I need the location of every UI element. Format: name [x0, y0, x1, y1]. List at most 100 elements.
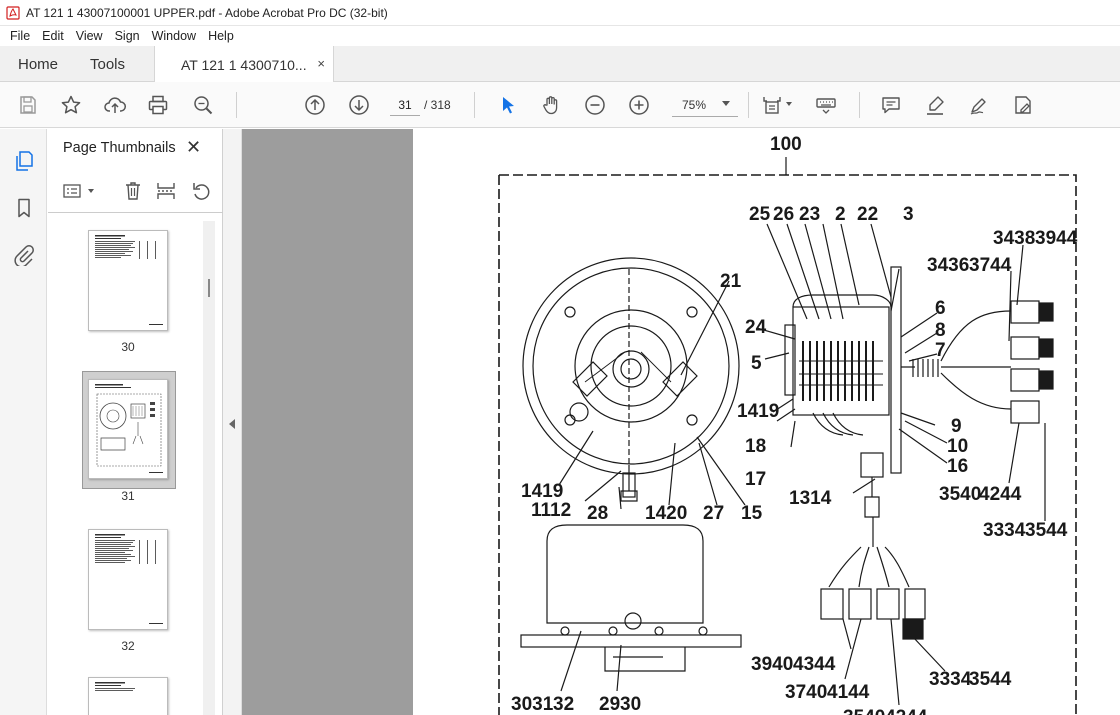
fill-sign-icon[interactable]	[1011, 93, 1035, 117]
menu-bar: File Edit View Sign Window Help	[0, 26, 1120, 46]
menu-help[interactable]: Help	[202, 29, 240, 43]
next-page-icon[interactable]	[347, 93, 371, 117]
thumbnail-label-30: 30	[121, 340, 135, 354]
thumbnails-scrollbar[interactable]	[203, 221, 215, 715]
callout-1419-right: 1419	[737, 401, 779, 422]
callout-7: 7	[935, 340, 946, 361]
callout-3944: 3944	[1035, 228, 1078, 249]
tab-home[interactable]: Home	[18, 46, 58, 82]
callout-21: 21	[720, 271, 742, 292]
callout-3438: 3438	[993, 228, 1035, 249]
callout-8: 8	[935, 320, 946, 341]
callout-3540-bottom: 3540	[843, 707, 885, 715]
zoom-level[interactable]: 75%	[682, 98, 706, 112]
callout-32: 32	[553, 694, 574, 715]
panel-close-icon[interactable]: ✕	[186, 137, 201, 158]
zoom-dropdown-caret[interactable]	[722, 101, 730, 106]
previous-page-icon[interactable]	[303, 93, 327, 117]
menu-edit[interactable]: Edit	[36, 29, 70, 43]
comment-icon[interactable]	[879, 93, 903, 117]
acrobat-logo-icon	[6, 5, 20, 20]
callout-24: 24	[745, 317, 767, 338]
menu-sign[interactable]: Sign	[109, 29, 146, 43]
left-nav-rail	[0, 129, 47, 715]
draw-pen-icon[interactable]	[967, 93, 991, 117]
callout-15: 15	[741, 503, 763, 524]
callout-23: 23	[799, 204, 820, 225]
panel-title: Page Thumbnails	[63, 140, 176, 156]
print-icon[interactable]	[146, 93, 170, 117]
callout-3940: 3940	[751, 654, 793, 675]
callout-4244-right: 4244	[979, 484, 1022, 505]
callout-26: 26	[773, 204, 794, 225]
thumbnail-page-30[interactable]	[88, 230, 168, 331]
hand-tool-icon[interactable]	[539, 93, 563, 117]
keyboard-icon[interactable]	[814, 93, 838, 117]
callout-10: 10	[947, 436, 968, 457]
thumbnails-panel: Page Thumbnails ✕ 30 31 32	[48, 129, 223, 715]
menu-window[interactable]: Window	[146, 29, 202, 43]
thumbnail-options-icon[interactable]	[62, 180, 84, 202]
callout-3540-right: 3540	[939, 484, 981, 505]
tab-document[interactable]: AT 121 1 4300710... ×	[154, 46, 334, 83]
callout-3436: 3436	[927, 255, 969, 276]
callout-28: 28	[587, 503, 608, 524]
thumbnail-options-caret[interactable]	[88, 189, 94, 193]
page-number-input[interactable]	[390, 94, 420, 116]
menu-view[interactable]: View	[70, 29, 109, 43]
callout-3334-bottom: 3334	[929, 669, 972, 690]
callout-30: 30	[620, 694, 641, 715]
thumbnail-page-32[interactable]	[88, 529, 168, 630]
callout-3031: 3031	[511, 694, 554, 715]
callout-17: 17	[745, 469, 766, 490]
callout-6: 6	[935, 298, 946, 319]
callout-3740: 3740	[785, 682, 827, 703]
bookmarks-icon[interactable]	[12, 196, 36, 220]
attachments-icon[interactable]	[12, 243, 36, 267]
thumbnail-page-31[interactable]	[88, 379, 168, 479]
save-icon[interactable]	[16, 93, 40, 117]
parts-diagram: 100 25 26 23 2 22 3 21 24 5 6 8 7 1419 1…	[498, 134, 1078, 715]
callout-3: 3	[903, 204, 914, 225]
tab-tools[interactable]: Tools	[90, 46, 125, 82]
callout-3544-right: 3544	[1025, 520, 1068, 541]
callout-25: 25	[749, 204, 771, 225]
tab-close-icon[interactable]: ×	[317, 56, 325, 71]
callout-16: 16	[947, 456, 968, 477]
callout-2: 2	[835, 204, 846, 225]
zoom-in-icon[interactable]	[627, 93, 651, 117]
page-total: / 318	[424, 98, 451, 112]
delete-page-icon[interactable]	[122, 180, 144, 202]
panel-splitter[interactable]	[223, 129, 242, 715]
callout-4244-bottom: 4244	[885, 707, 928, 715]
upload-cloud-icon[interactable]	[103, 93, 127, 117]
callout-1420: 1420	[645, 503, 687, 524]
thumbnail-page-33[interactable]	[88, 677, 168, 715]
callout-3334-right: 3334	[983, 520, 1026, 541]
callout-29: 29	[599, 694, 620, 715]
collapse-panel-icon[interactable]	[229, 419, 235, 429]
callout-1112: 1112	[531, 500, 571, 521]
menu-file[interactable]: File	[4, 29, 36, 43]
callout-1419-left: 1419	[521, 481, 563, 502]
callout-1314: 1314	[789, 488, 832, 509]
pdf-page: 100 25 26 23 2 22 3 21 24 5 6 8 7 1419 1…	[413, 129, 1120, 715]
highlighter-icon[interactable]	[923, 93, 947, 117]
zoom-out-icon[interactable]	[583, 93, 607, 117]
callout-3744: 3744	[969, 255, 1012, 276]
callout-27: 27	[703, 503, 724, 524]
insert-page-icon[interactable]	[155, 180, 177, 202]
page-fit-caret[interactable]	[786, 102, 792, 106]
panel-toolbar	[48, 169, 223, 213]
callout-5: 5	[751, 353, 762, 374]
rotate-page-icon[interactable]	[190, 180, 212, 202]
thumbnail-label-32: 32	[121, 639, 135, 653]
page-fit-icon[interactable]	[760, 93, 784, 117]
bookmark-star-icon[interactable]	[59, 93, 83, 117]
select-cursor-icon[interactable]	[496, 93, 520, 117]
callout-3544-bottom: 3544	[969, 669, 1012, 690]
page-thumbnails-icon[interactable]	[12, 149, 36, 173]
zoom-search-icon[interactable]	[191, 93, 215, 117]
document-viewer[interactable]: 100 25 26 23 2 22 3 21 24 5 6 8 7 1419 1…	[242, 129, 1120, 715]
tab-bar: Home Tools AT 121 1 4300710... ×	[0, 46, 1120, 83]
